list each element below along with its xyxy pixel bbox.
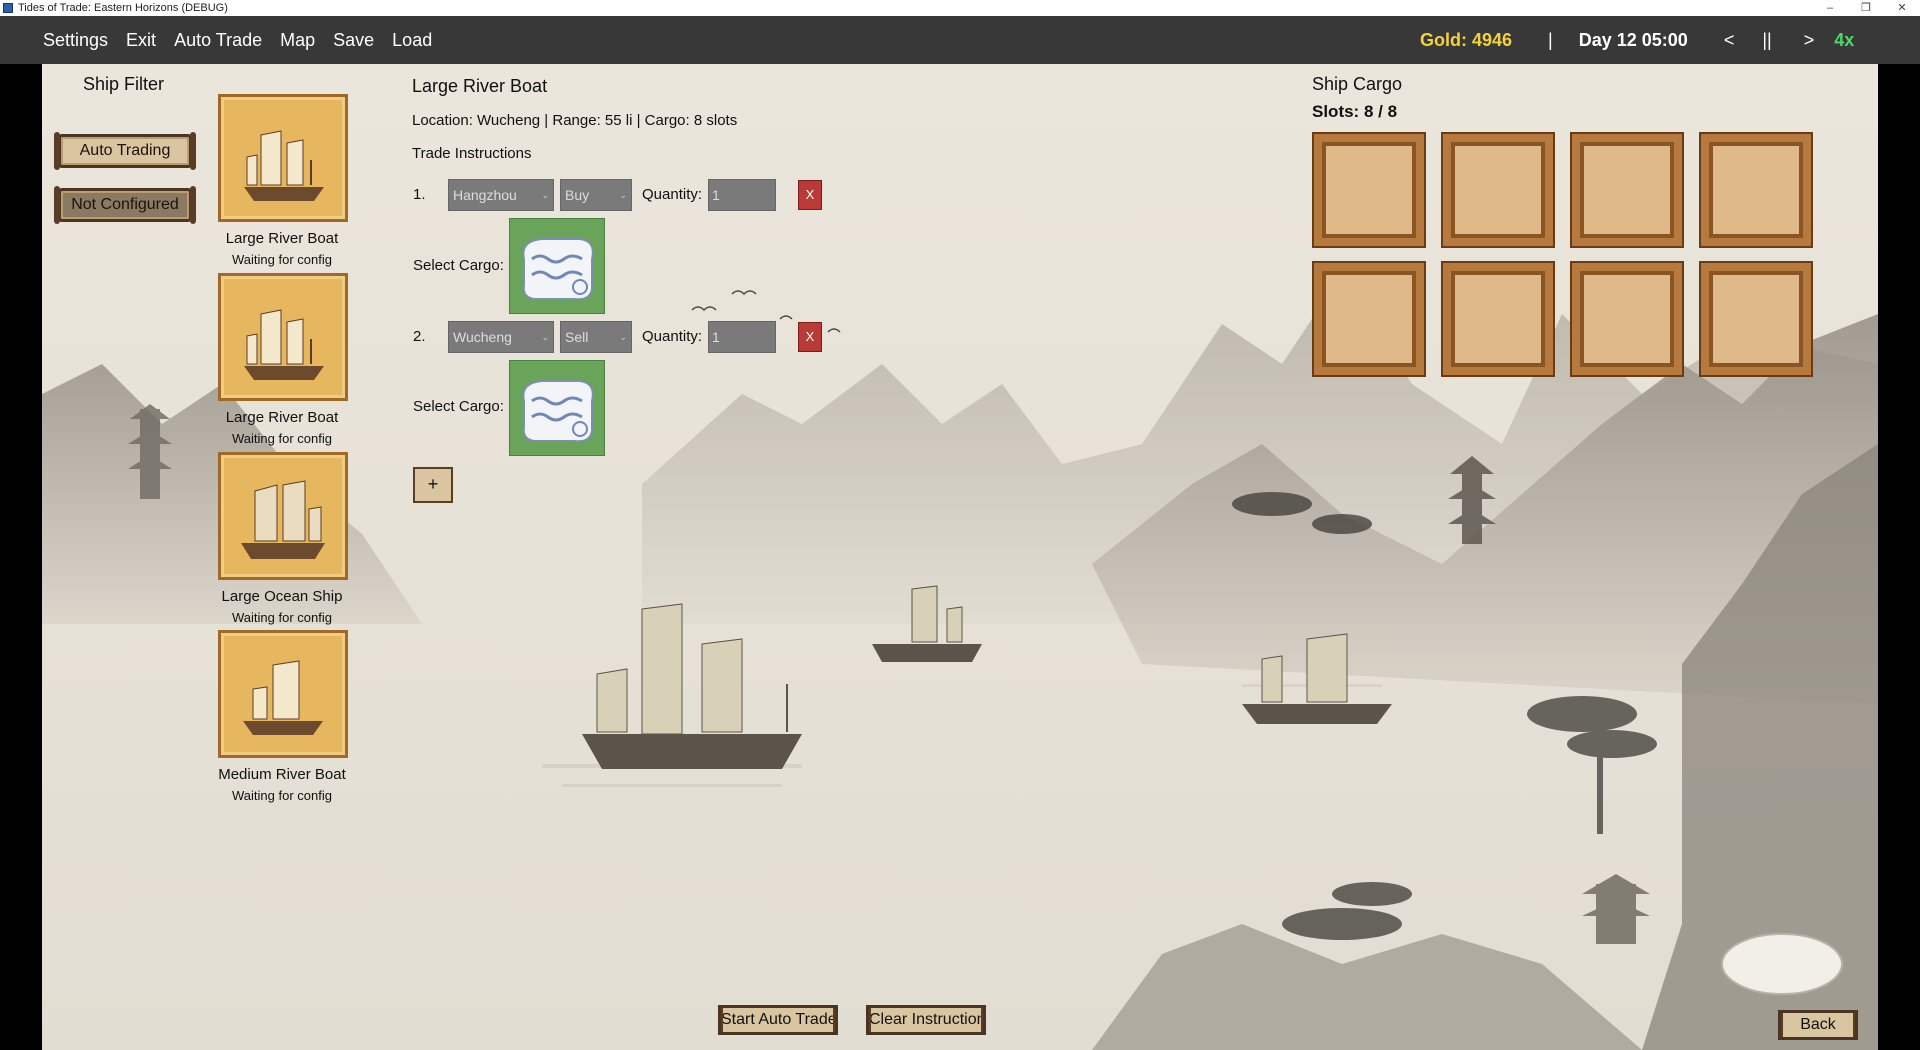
ship-status: Waiting for config — [232, 788, 332, 803]
speed-indicator: 4x — [1834, 29, 1855, 50]
top-menu-bar: Settings Exit Auto Trade Map Save Load G… — [0, 16, 1920, 64]
gold-counter: Gold: 4946 — [1420, 29, 1513, 50]
menu-exit[interactable]: Exit — [117, 16, 165, 64]
junk-ship-icon — [244, 309, 324, 380]
city-value: Wucheng — [453, 329, 512, 345]
menu-map[interactable]: Map — [271, 16, 324, 64]
ship-card[interactable] — [218, 630, 348, 758]
river-boat-icon — [243, 660, 323, 735]
ship-status: Waiting for config — [232, 431, 332, 446]
quantity-label: Quantity: — [642, 328, 703, 345]
ocean-ship-icon — [241, 480, 325, 559]
start-auto-trade-button[interactable]: Start Auto Trade — [718, 1005, 838, 1035]
selected-ship-title: Large River Boat — [412, 76, 548, 96]
ship-filter-title: Ship Filter — [83, 74, 165, 94]
ship-name: Large River Boat — [225, 230, 339, 247]
menu-auto-trade[interactable]: Auto Trade — [165, 16, 271, 64]
ship-name: Large River Boat — [225, 409, 339, 426]
cargo-select-button[interactable] — [509, 360, 605, 456]
menu-items: Settings Exit Auto Trade Map Save Load — [34, 16, 441, 64]
city-dropdown[interactable]: Wucheng ⌄ — [448, 321, 554, 353]
menu-settings[interactable]: Settings — [34, 16, 117, 64]
ship-name: Medium River Boat — [218, 766, 346, 783]
delete-instruction-button[interactable]: X — [798, 180, 822, 210]
select-cargo-label: Select Cargo: — [413, 398, 504, 415]
cargo-slot[interactable] — [1572, 263, 1682, 375]
delete-instruction-button[interactable]: X — [798, 322, 822, 352]
clear-instructions-button[interactable]: Clear Instructions — [866, 1005, 986, 1035]
status-separator: | — [1548, 29, 1553, 50]
instruction-number: 2. — [413, 328, 426, 345]
restore-icon[interactable]: ❐ — [1848, 0, 1884, 16]
chevron-down-icon: ⌄ — [541, 332, 549, 342]
menu-save[interactable]: Save — [324, 16, 383, 64]
action-dropdown[interactable]: Sell ⌄ — [560, 321, 632, 353]
os-title-bar: Tides of Trade: Eastern Horizons (DEBUG)… — [0, 0, 1920, 16]
auto-trading-filter-button[interactable]: Auto Trading — [54, 132, 196, 170]
ship-status: Waiting for config — [232, 610, 332, 625]
window-title: Tides of Trade: Eastern Horizons (DEBUG) — [18, 2, 228, 14]
window-controls: – ❐ ✕ — [1812, 0, 1920, 16]
ship-name: Large Ocean Ship — [221, 588, 343, 605]
instruction-number: 1. — [413, 186, 426, 203]
chevron-down-icon: ⌄ — [541, 190, 549, 200]
quantity-input[interactable]: 1 — [708, 179, 776, 211]
selected-ship-info: Location: Wucheng | Range: 55 li | Cargo… — [412, 112, 738, 129]
app-icon — [3, 3, 13, 13]
chevron-down-icon: ⌄ — [619, 332, 627, 342]
cargo-select-button[interactable] — [509, 218, 605, 314]
not-configured-filter-button[interactable]: Not Configured — [54, 186, 196, 224]
faster-button[interactable]: > — [1804, 30, 1815, 51]
select-cargo-label: Select Cargo: — [413, 257, 504, 274]
cargo-slot[interactable] — [1314, 134, 1424, 246]
game-viewport: Ship Filter Auto Trading Not Configured … — [42, 64, 1878, 1050]
ship-card[interactable] — [218, 452, 348, 580]
pause-button[interactable]: || — [1762, 30, 1771, 51]
day-clock: Day 12 05:00 — [1578, 29, 1688, 50]
close-icon[interactable]: ✕ — [1884, 0, 1920, 16]
cargo-slot[interactable] — [1701, 134, 1811, 246]
cargo-slot[interactable] — [1443, 263, 1553, 375]
status-area: Gold: 4946 | Day 12 05:00 < || > 4x — [1400, 16, 1854, 64]
action-value: Buy — [565, 187, 590, 203]
junk-ship-icon — [244, 130, 324, 201]
menu-load[interactable]: Load — [383, 16, 441, 64]
ship-cargo-title: Ship Cargo — [1312, 74, 1403, 94]
add-instruction-button[interactable]: + — [413, 467, 453, 503]
action-value: Sell — [565, 329, 589, 345]
minimize-icon[interactable]: – — [1812, 0, 1848, 16]
action-dropdown[interactable]: Buy ⌄ — [560, 179, 632, 211]
quantity-input[interactable]: 1 — [708, 321, 776, 353]
silk-cloth-icon — [522, 380, 594, 443]
ship-status: Waiting for config — [232, 252, 332, 267]
slower-button[interactable]: < — [1724, 30, 1735, 51]
ship-card[interactable] — [218, 94, 348, 222]
cargo-slots-count: Slots: 8 / 8 — [1312, 102, 1398, 121]
quantity-label: Quantity: — [642, 186, 703, 203]
silk-cloth-icon — [522, 238, 594, 301]
cargo-slot[interactable] — [1701, 263, 1811, 375]
city-dropdown[interactable]: Hangzhou ⌄ — [448, 179, 554, 211]
cargo-slot[interactable] — [1443, 134, 1553, 246]
trade-instructions-title: Trade Instructions — [412, 145, 532, 162]
back-button[interactable]: Back — [1778, 1010, 1858, 1040]
cargo-slot[interactable] — [1314, 263, 1424, 375]
cargo-slot[interactable] — [1572, 134, 1682, 246]
ship-card[interactable] — [218, 273, 348, 401]
chevron-down-icon: ⌄ — [619, 190, 627, 200]
city-value: Hangzhou — [453, 187, 517, 203]
